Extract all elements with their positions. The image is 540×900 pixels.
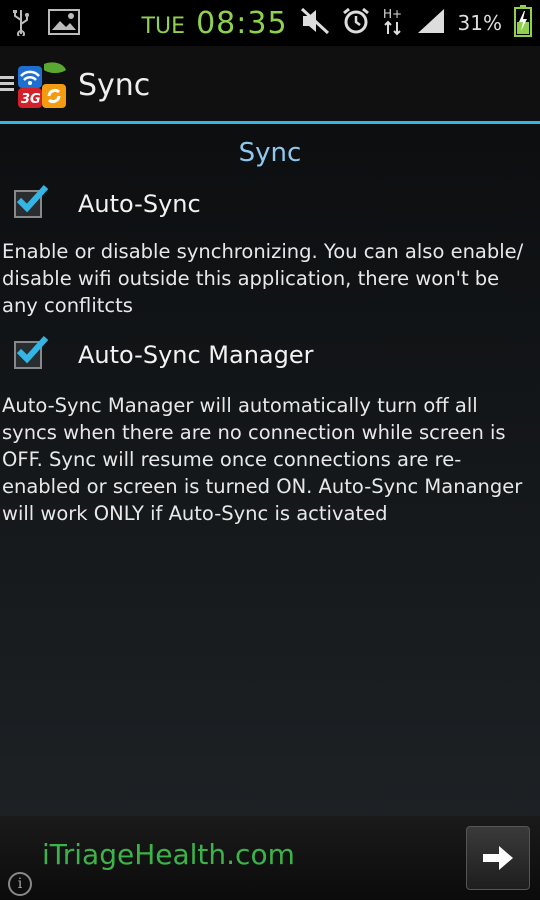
ad-arrow-button[interactable] (466, 826, 530, 890)
auto-sync-description: Enable or disable synchronizing. You can… (2, 240, 524, 317)
auto-sync-row[interactable]: Auto-Sync (14, 184, 201, 218)
arrow-right-icon (483, 846, 513, 870)
app-logo-icon[interactable]: 3G (16, 60, 68, 110)
mute-icon (300, 7, 330, 39)
auto-sync-manager-label[interactable]: Auto-Sync Manager (78, 341, 314, 369)
check-icon (16, 184, 49, 213)
status-bar: TUE 08:35 H+ 31% (0, 0, 540, 46)
auto-sync-manager-row[interactable]: Auto-Sync Manager (14, 335, 314, 369)
settings-content: Sync Auto-Sync Enable or disable synchro… (0, 124, 540, 816)
page-title: Sync (78, 68, 151, 103)
usb-icon (12, 8, 30, 40)
ad-banner[interactable]: iTriageHealth.com i (0, 816, 540, 900)
section-title: Sync (238, 138, 302, 168)
menu-icon[interactable] (0, 74, 14, 98)
auto-sync-manager-description: Auto-Sync Manager will automatically tur… (2, 394, 523, 525)
battery-percent: 31% (457, 11, 502, 35)
logo-3g-text: 3G (21, 92, 41, 107)
info-icon[interactable]: i (8, 872, 32, 896)
auto-sync-manager-checkbox[interactable] (14, 335, 49, 369)
data-arrows-icon: H+ (382, 6, 404, 40)
auto-sync-label[interactable]: Auto-Sync (78, 190, 201, 218)
svg-text:H+: H+ (383, 7, 402, 21)
alarm-icon (342, 7, 370, 39)
status-day: TUE (141, 13, 185, 39)
auto-sync-checkbox[interactable] (14, 184, 49, 218)
status-time: 08:35 (196, 5, 288, 41)
signal-icon (416, 7, 446, 39)
image-icon (48, 9, 80, 39)
action-bar: 3G Sync (0, 46, 540, 122)
ad-text[interactable]: iTriageHealth.com (42, 838, 295, 871)
battery-icon (514, 5, 532, 41)
check-icon (16, 335, 49, 364)
